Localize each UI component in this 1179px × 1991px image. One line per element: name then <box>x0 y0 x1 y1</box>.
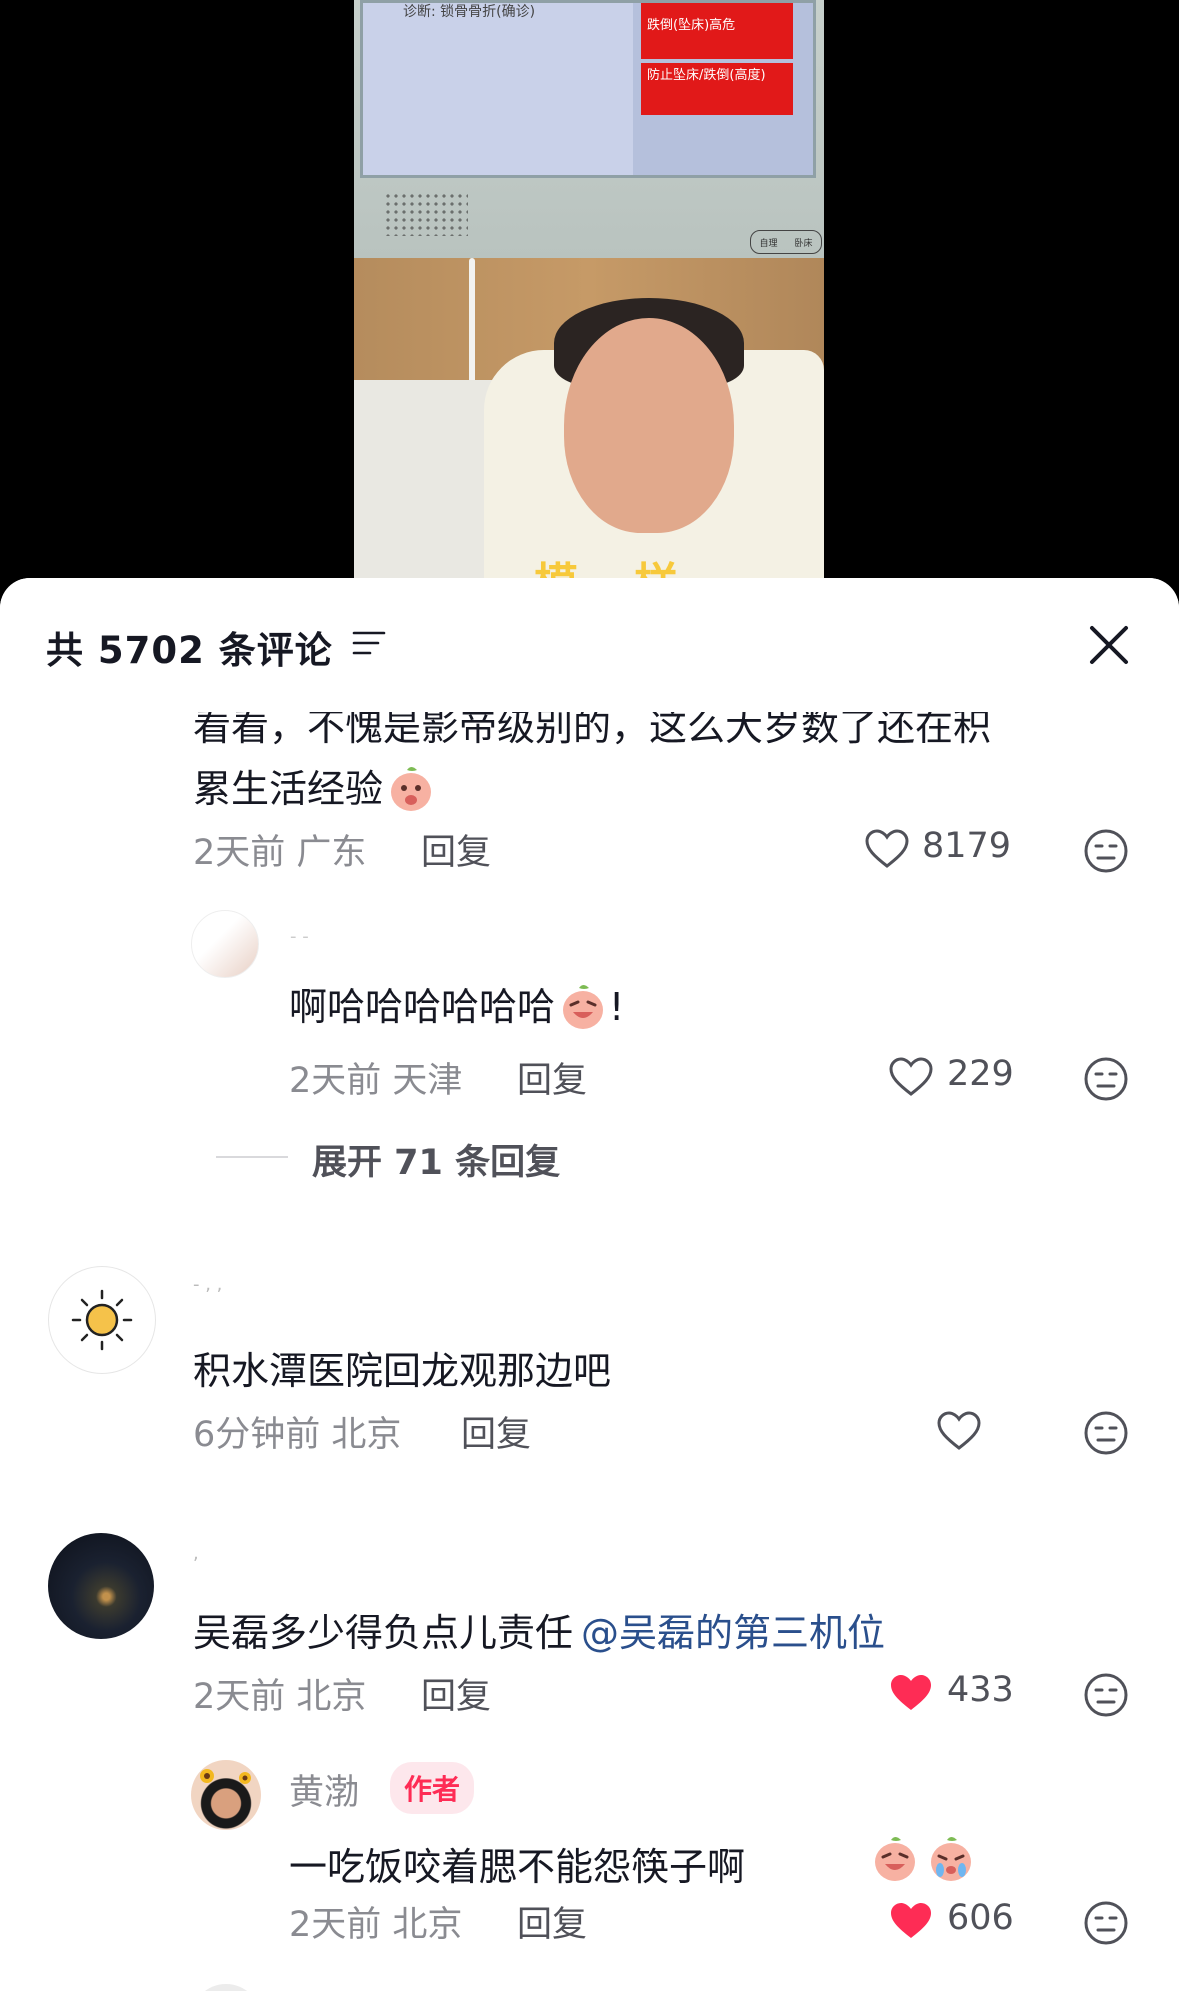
comment-meta: 2天前 广东 <box>193 833 367 873</box>
avatar[interactable] <box>48 1266 156 1374</box>
author-username[interactable]: 黄渤 <box>289 1764 359 1815</box>
heart-icon[interactable] <box>864 828 910 870</box>
dislike-icon[interactable] <box>1083 1056 1129 1102</box>
comment-panel: 共 5702 条评论 看看，不愧是影帝级别的，这么大岁数了还在积 累生活经验 2… <box>0 578 1179 1991</box>
author-avatar[interactable] <box>191 1760 261 1830</box>
monitor-buttons: 自理 卧床 <box>750 230 822 254</box>
video-frame: 诊断: 锁骨骨折(确诊) 跌倒(坠床)高危 防止坠床/跌倒(高度) 自理 卧床 … <box>354 0 824 600</box>
peach-emoji-icon <box>391 766 432 811</box>
reply-button[interactable]: 回复 <box>517 1052 587 1103</box>
heart-filled-icon[interactable] <box>888 1900 934 1942</box>
comment-username: , <box>193 1543 199 1564</box>
reply-button[interactable]: 回复 <box>421 824 491 875</box>
fall-risk-label: 跌倒(坠床)高危 <box>641 3 793 59</box>
dislike-icon[interactable] <box>1083 1900 1129 1946</box>
reply-text: 啊哈哈哈哈哈哈 ! <box>289 976 624 1032</box>
video-player[interactable]: 诊断: 锁骨骨折(确诊) 跌倒(坠床)高危 防止坠床/跌倒(高度) 自理 卧床 … <box>0 0 1179 600</box>
like-count: 606 <box>947 1898 1014 1938</box>
sun-icon <box>71 1289 133 1351</box>
peach-laughing-emoji-icon <box>875 1837 915 1881</box>
comment-text: 吴磊多少得负点儿责任 @吴磊的第三机位 <box>193 1611 886 1655</box>
close-icon[interactable] <box>1086 622 1132 668</box>
mention-link[interactable]: @吴磊的第三机位 <box>581 1611 885 1655</box>
comment-header: 共 5702 条评论 <box>0 578 1179 673</box>
sort-icon[interactable] <box>352 628 386 658</box>
fall-prevention-label: 防止坠床/跌倒(高度) <box>641 63 793 115</box>
comment-username: - , , <box>193 1274 223 1295</box>
heart-icon[interactable] <box>936 1410 982 1452</box>
sunflower-icon <box>200 1769 251 1784</box>
person-face <box>564 318 734 533</box>
reply-meta: 2天前 天津 <box>289 1061 463 1101</box>
avatar[interactable] <box>191 1984 261 1991</box>
monitor-screen: 诊断: 锁骨骨折(确诊) 跌倒(坠床)高危 防止坠床/跌倒(高度) <box>360 0 816 178</box>
like-count: 229 <box>947 1054 1014 1094</box>
diagnosis-text: 诊断: 锁骨骨折(确诊) <box>403 4 536 20</box>
expand-divider <box>216 1156 288 1158</box>
reply-meta: 2天前 北京 <box>289 1905 463 1945</box>
dislike-icon[interactable] <box>1083 828 1129 874</box>
dislike-icon[interactable] <box>1083 1672 1129 1718</box>
avatar[interactable] <box>48 1533 154 1639</box>
reply-button[interactable]: 回复 <box>421 1668 491 1719</box>
bedside-monitor: 诊断: 锁骨骨折(确诊) 跌倒(坠床)高危 防止坠床/跌倒(高度) 自理 卧床 <box>354 0 824 258</box>
peach-laughing-emoji-icon <box>563 984 604 1029</box>
reply-username: - - <box>290 926 309 947</box>
comment-meta: 6分钟前 北京 <box>193 1415 402 1455</box>
comment-count: 共 5702 条评论 <box>46 629 333 672</box>
heart-icon[interactable] <box>888 1056 934 1098</box>
dislike-icon[interactable] <box>1083 1410 1129 1456</box>
like-count: 8179 <box>922 826 1012 866</box>
expand-replies-button[interactable]: 展开 71 条回复 <box>312 1134 560 1185</box>
comment-text: 积水潭医院回龙观那边吧 <box>193 1349 612 1393</box>
comment-text: 看看，不愧是影帝级别的，这么大岁数了还在积 <box>193 705 992 749</box>
peach-crying-emoji-icon <box>931 1837 971 1881</box>
like-count: 433 <box>947 1670 1014 1710</box>
reply-button[interactable]: 回复 <box>517 1896 587 1947</box>
author-badge: 作者 <box>390 1762 475 1814</box>
comment-text-line2: 累生活经验 <box>193 758 437 814</box>
reply-avatar[interactable] <box>191 910 259 978</box>
speaker-grille <box>384 192 468 236</box>
heart-filled-icon[interactable] <box>888 1672 934 1714</box>
comment-meta: 2天前 北京 <box>193 1677 367 1717</box>
reply-button[interactable]: 回复 <box>461 1406 531 1457</box>
reply-text: 一吃饭咬着腮不能怨筷子啊 <box>289 1845 746 1889</box>
